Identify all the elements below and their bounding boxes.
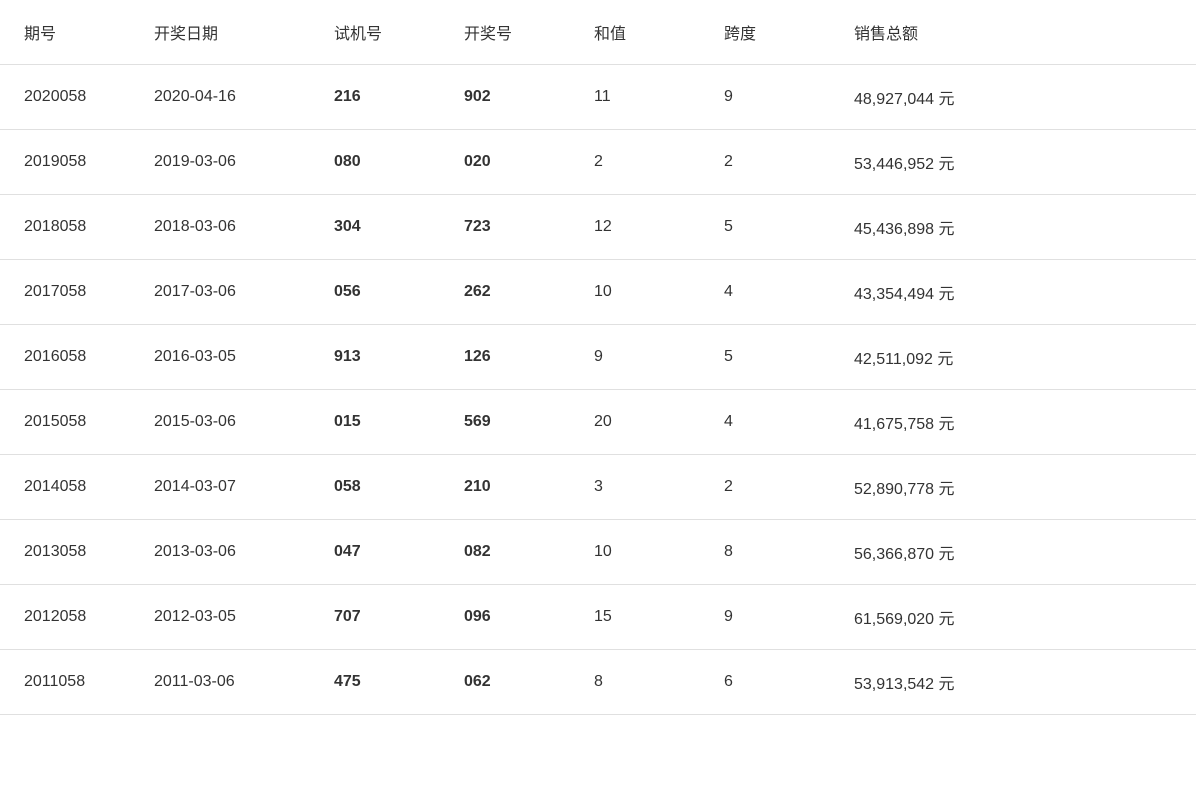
header-hezhi: 和值 [570,0,700,65]
header-sales: 销售总额 [830,0,1196,65]
table-row: 20130582013-03-0604708210856,366,870 元 [0,520,1196,585]
cell-kuadu: 4 [700,260,830,325]
cell-hezhi: 20 [570,390,700,455]
cell-qihao: 2012058 [0,585,130,650]
table-row: 20160582016-03-059131269542,511,092 元 [0,325,1196,390]
cell-sales: 41,675,758 元 [830,390,1196,455]
cell-kaij: 210 [440,455,570,520]
cell-shiji: 913 [310,325,440,390]
cell-shiji: 080 [310,130,440,195]
cell-hezhi: 12 [570,195,700,260]
cell-date: 2011-03-06 [130,650,310,715]
cell-hezhi: 15 [570,585,700,650]
cell-shiji: 216 [310,65,440,130]
cell-qihao: 2014058 [0,455,130,520]
cell-kaij: 569 [440,390,570,455]
header-shiji: 试机号 [310,0,440,65]
table-row: 20170582017-03-0605626210443,354,494 元 [0,260,1196,325]
lottery-table: 期号 开奖日期 试机号 开奖号 和值 跨度 销售总额 20200582020-0… [0,0,1196,715]
cell-qihao: 2018058 [0,195,130,260]
cell-shiji: 304 [310,195,440,260]
cell-hezhi: 3 [570,455,700,520]
cell-sales: 42,511,092 元 [830,325,1196,390]
cell-kuadu: 4 [700,390,830,455]
cell-kaij: 126 [440,325,570,390]
cell-sales: 43,354,494 元 [830,260,1196,325]
table-row: 20120582012-03-0570709615961,569,020 元 [0,585,1196,650]
cell-kuadu: 9 [700,65,830,130]
cell-shiji: 707 [310,585,440,650]
cell-kaij: 020 [440,130,570,195]
table-header-row: 期号 开奖日期 试机号 开奖号 和值 跨度 销售总额 [0,0,1196,65]
cell-kaij: 262 [440,260,570,325]
cell-kaij: 062 [440,650,570,715]
header-kuadu: 跨度 [700,0,830,65]
cell-hezhi: 8 [570,650,700,715]
cell-qihao: 2019058 [0,130,130,195]
cell-date: 2014-03-07 [130,455,310,520]
header-kaij: 开奖号 [440,0,570,65]
cell-sales: 53,446,952 元 [830,130,1196,195]
cell-hezhi: 9 [570,325,700,390]
cell-qihao: 2017058 [0,260,130,325]
cell-hezhi: 2 [570,130,700,195]
cell-sales: 48,927,044 元 [830,65,1196,130]
cell-qihao: 2013058 [0,520,130,585]
lottery-table-container: 期号 开奖日期 试机号 开奖号 和值 跨度 销售总额 20200582020-0… [0,0,1196,715]
table-row: 20200582020-04-1621690211948,927,044 元 [0,65,1196,130]
table-row: 20190582019-03-060800202253,446,952 元 [0,130,1196,195]
cell-kuadu: 5 [700,325,830,390]
cell-date: 2020-04-16 [130,65,310,130]
cell-kuadu: 5 [700,195,830,260]
cell-qihao: 2011058 [0,650,130,715]
cell-date: 2018-03-06 [130,195,310,260]
cell-date: 2016-03-05 [130,325,310,390]
cell-qihao: 2016058 [0,325,130,390]
cell-kuadu: 9 [700,585,830,650]
cell-date: 2015-03-06 [130,390,310,455]
table-row: 20110582011-03-064750628653,913,542 元 [0,650,1196,715]
cell-shiji: 058 [310,455,440,520]
cell-sales: 61,569,020 元 [830,585,1196,650]
cell-shiji: 015 [310,390,440,455]
cell-sales: 56,366,870 元 [830,520,1196,585]
table-row: 20140582014-03-070582103252,890,778 元 [0,455,1196,520]
cell-kaij: 902 [440,65,570,130]
table-row: 20150582015-03-0601556920441,675,758 元 [0,390,1196,455]
table-row: 20180582018-03-0630472312545,436,898 元 [0,195,1196,260]
cell-shiji: 475 [310,650,440,715]
cell-sales: 52,890,778 元 [830,455,1196,520]
cell-kuadu: 8 [700,520,830,585]
cell-date: 2013-03-06 [130,520,310,585]
cell-kaij: 082 [440,520,570,585]
cell-kuadu: 2 [700,130,830,195]
cell-kaij: 096 [440,585,570,650]
cell-kaij: 723 [440,195,570,260]
cell-qihao: 2020058 [0,65,130,130]
header-date: 开奖日期 [130,0,310,65]
cell-shiji: 056 [310,260,440,325]
header-qihao: 期号 [0,0,130,65]
cell-shiji: 047 [310,520,440,585]
cell-sales: 45,436,898 元 [830,195,1196,260]
cell-date: 2012-03-05 [130,585,310,650]
cell-hezhi: 10 [570,260,700,325]
cell-sales: 53,913,542 元 [830,650,1196,715]
table-body: 20200582020-04-1621690211948,927,044 元20… [0,65,1196,715]
cell-date: 2017-03-06 [130,260,310,325]
cell-date: 2019-03-06 [130,130,310,195]
cell-kuadu: 2 [700,455,830,520]
cell-hezhi: 10 [570,520,700,585]
cell-hezhi: 11 [570,65,700,130]
cell-kuadu: 6 [700,650,830,715]
cell-qihao: 2015058 [0,390,130,455]
